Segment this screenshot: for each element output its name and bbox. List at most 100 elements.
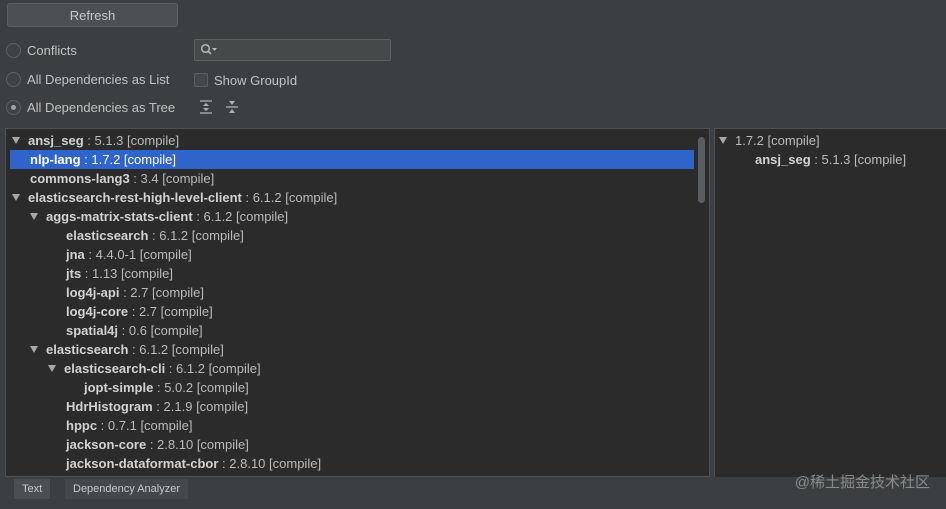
expand-arrow-icon[interactable] xyxy=(48,365,56,373)
dependency-scope: [compile] xyxy=(168,342,224,357)
dependency-name: elasticsearch xyxy=(66,228,149,243)
dependency-version: 6.1.2 xyxy=(176,361,205,376)
tab-dependency-analyzer[interactable]: Dependency Analyzer xyxy=(65,479,189,499)
separator: : xyxy=(128,304,139,319)
dependency-scope: [compile] xyxy=(204,361,261,376)
dependency-scope: [compile] xyxy=(157,304,213,319)
conflicts-radio[interactable] xyxy=(6,42,21,58)
dependency-scope: [compile] xyxy=(193,437,249,452)
dependency-scope: [compile] xyxy=(850,152,907,167)
separator: : xyxy=(80,152,92,167)
dependency-scope: [compile] xyxy=(117,266,173,281)
separator: : xyxy=(97,418,108,433)
separator: : xyxy=(218,456,230,471)
tree-row[interactable]: spatial4j : 0.6 [compile] xyxy=(66,321,203,340)
expand-arrow-icon[interactable] xyxy=(12,194,20,202)
dependency-version: 2.7 xyxy=(130,285,149,300)
dependency-scope: [compile] xyxy=(265,456,322,471)
list-option[interactable]: All Dependencies as List xyxy=(6,70,169,88)
tree-row[interactable]: elasticsearch : 6.1.2 [compile] xyxy=(66,226,244,245)
dependency-name: jackson-core xyxy=(66,437,147,452)
show-groupid-label: Show GroupId xyxy=(214,72,298,88)
tree-option[interactable]: All Dependencies as Tree xyxy=(6,98,175,116)
dependency-name: HdrHistogram xyxy=(66,399,153,414)
dependency-name: log4j-core xyxy=(66,304,129,319)
dependency-name: ansj_seg xyxy=(755,152,811,167)
dependency-scope: [compile] xyxy=(188,228,244,243)
dependency-name: jopt-simple xyxy=(84,380,154,395)
tree-row[interactable]: jackson-dataformat-cbor : 2.8.10 [compil… xyxy=(66,454,321,473)
tree-scrollbar[interactable] xyxy=(698,137,705,203)
expand-all-icon[interactable] xyxy=(198,99,214,115)
dependency-version: 4.4.0-1 xyxy=(95,247,137,262)
tree-row[interactable]: jopt-simple : 5.0.2 [compile] xyxy=(84,378,249,397)
list-radio[interactable] xyxy=(6,71,21,87)
separator: : xyxy=(118,323,129,338)
show-groupid-checkbox[interactable] xyxy=(194,73,208,87)
tree-row[interactable]: log4j-core : 2.7 [compile] xyxy=(66,302,213,321)
expand-arrow-icon[interactable] xyxy=(30,346,38,354)
tree-row[interactable]: ansj_seg : 5.1.3 [compile] xyxy=(12,131,179,150)
usages-pane[interactable]: 1.7.2 [compile] ansj_seg : 5.1.3 [compile… xyxy=(714,128,946,477)
dependency-name: elasticsearch xyxy=(46,342,129,357)
dependency-version: 1.7.2 xyxy=(91,152,121,167)
dependency-name: nlp-lang xyxy=(30,152,81,167)
dependency-version: 2.8.10 xyxy=(157,437,194,452)
dependency-scope: [compile] xyxy=(281,190,338,205)
dependency-name: jackson-dataformat-cbor xyxy=(66,456,219,471)
separator: : xyxy=(165,361,177,376)
refresh-button[interactable]: Refresh xyxy=(7,3,178,27)
tree-row[interactable]: nlp-lang : 1.7.2 [compile] xyxy=(10,150,694,169)
separator: : xyxy=(146,437,158,452)
dependency-version: 6.1.2 xyxy=(159,228,189,243)
tree-row[interactable]: jna : 4.4.0-1 [compile] xyxy=(66,245,192,264)
conflicts-option[interactable]: Conflicts xyxy=(6,41,77,59)
tree-row[interactable]: ansj_seg : 5.1.3 [compile] xyxy=(755,150,906,169)
tree-row[interactable]: jackson-core : 2.8.10 [compile] xyxy=(66,435,249,454)
tree-row[interactable]: commons-lang3 : 3.4 [compile] xyxy=(30,169,214,188)
dependency-scope: [compile] xyxy=(232,209,289,224)
dependency-scope: [compile] xyxy=(146,323,203,338)
tree-label: All Dependencies as Tree xyxy=(27,99,176,115)
dependency-name: hppc xyxy=(66,418,98,433)
dependency-version: 0.7.1 xyxy=(107,418,137,433)
dependency-version: 6.1.2 xyxy=(203,209,233,224)
tree-row[interactable]: 1.7.2 [compile] xyxy=(719,131,820,150)
separator: : xyxy=(83,133,95,148)
expand-arrow-icon[interactable] xyxy=(719,137,727,145)
tree-row[interactable]: aggs-matrix-stats-client : 6.1.2 [compil… xyxy=(30,207,288,226)
dependency-name: log4j-api xyxy=(66,285,120,300)
dependency-name: elasticsearch-rest-high-level-client xyxy=(28,190,242,205)
dependency-scope: [compile] xyxy=(192,399,249,414)
collapse-all-icon[interactable] xyxy=(224,99,240,115)
tab-text[interactable]: Text xyxy=(14,479,51,499)
expand-arrow-icon[interactable] xyxy=(12,137,20,145)
separator: : xyxy=(148,228,160,243)
dependency-scope: [compile] xyxy=(148,285,205,300)
dependency-version: 2.8.10 xyxy=(229,456,266,471)
search-input[interactable] xyxy=(194,39,391,61)
tree-row[interactable]: elasticsearch : 6.1.2 [compile] xyxy=(30,340,224,359)
dependency-name: spatial4j xyxy=(66,323,119,338)
tree-radio[interactable] xyxy=(6,99,21,115)
separator: : xyxy=(129,171,141,186)
dependency-version: 1.7.2 xyxy=(735,133,764,148)
search-icon[interactable] xyxy=(200,43,218,57)
tree-row[interactable]: elasticsearch-cli : 6.1.2 [compile] xyxy=(48,359,261,378)
tree-row[interactable]: log4j-api : 2.7 [compile] xyxy=(66,283,204,302)
dependency-name: aggs-matrix-stats-client xyxy=(46,209,193,224)
show-groupid-option[interactable]: Show GroupId xyxy=(194,71,297,89)
separator: : xyxy=(192,209,204,224)
tree-row[interactable]: jts : 1.13 [compile] xyxy=(66,264,173,283)
dependency-tree-pane[interactable]: ansj_seg : 5.1.3 [compile] nlp-lang : 1.7… xyxy=(5,128,710,477)
dependency-version: 5.1.3 xyxy=(821,152,851,167)
separator: : xyxy=(153,380,165,395)
tree-row[interactable]: elasticsearch-rest-high-level-client : 6… xyxy=(12,188,337,207)
separator: : xyxy=(241,190,253,205)
tree-row[interactable]: HdrHistogram : 2.1.9 [compile] xyxy=(66,397,248,416)
dependency-scope: [compile] xyxy=(123,133,180,148)
tree-row[interactable]: hppc : 0.7.1 [compile] xyxy=(66,416,192,435)
expand-arrow-icon[interactable] xyxy=(30,213,38,221)
watermark: @稀土掘金技术社区 xyxy=(794,474,930,491)
dependency-version: 6.1.2 xyxy=(252,190,282,205)
